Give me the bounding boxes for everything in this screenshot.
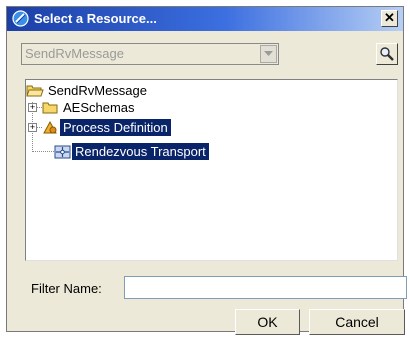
folder-open-icon: [26, 85, 44, 97]
combo-value: SendRvMessage: [25, 46, 124, 61]
select-resource-dialog: Select a Resource... ✕ SendRvMessage Sen…: [6, 6, 407, 335]
process-definition-icon: [43, 120, 57, 134]
tree-node-label: AESchemas: [63, 100, 135, 115]
tree-connector: [32, 151, 54, 152]
filter-name-input[interactable]: [124, 276, 407, 299]
expand-toggle-aeschemas[interactable]: +: [28, 103, 37, 112]
tree-node-label: Rendezvous Transport: [72, 143, 209, 160]
search-button[interactable]: [376, 43, 398, 65]
close-button[interactable]: ✕: [381, 10, 398, 27]
ok-button[interactable]: OK: [235, 309, 300, 335]
rendezvous-transport-icon: [54, 145, 71, 159]
magnifier-icon: [380, 47, 394, 61]
tibco-logo-icon: [12, 10, 29, 27]
dropdown-arrow-icon: [264, 51, 273, 56]
resource-tree[interactable]: SendRvMessage + AESchemas + Process Defi…: [25, 79, 398, 261]
expand-toggle-process-definition[interactable]: +: [28, 123, 37, 132]
resource-root-combo[interactable]: SendRvMessage: [21, 43, 279, 65]
folder-icon: [42, 102, 58, 114]
dropdown-arrow-button[interactable]: [260, 45, 277, 63]
window-title: Select a Resource...: [34, 11, 157, 26]
tree-node-aeschemas[interactable]: AESchemas: [42, 99, 138, 117]
tree-root-label: SendRvMessage: [48, 83, 147, 98]
title-bar[interactable]: Select a Resource... ✕: [7, 7, 403, 31]
tree-node-rendezvous-transport[interactable]: Rendezvous Transport: [54, 143, 209, 161]
tree-node-label: Process Definition: [60, 119, 171, 136]
tree-root-node[interactable]: SendRvMessage: [26, 82, 150, 100]
close-icon: ✕: [384, 10, 395, 25]
cancel-button[interactable]: Cancel: [309, 309, 405, 335]
filter-name-label: Filter Name:: [31, 281, 102, 296]
tree-node-process-definition[interactable]: Process Definition: [42, 119, 171, 137]
